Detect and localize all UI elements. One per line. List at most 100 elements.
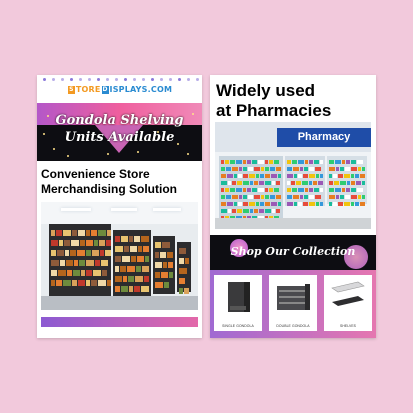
- product-item: [51, 230, 55, 236]
- product-item: [100, 250, 104, 256]
- pharmacy-product: [329, 160, 334, 164]
- pharmacy-product: [234, 174, 237, 178]
- pharmacy-product: [309, 202, 315, 206]
- pharmacy-product: [360, 174, 365, 178]
- product-item: [51, 250, 56, 256]
- pharmacy-product: [358, 195, 361, 199]
- pharmacy-product: [276, 167, 281, 171]
- pharmacy-product: [356, 181, 361, 185]
- pharmacy-product: [276, 181, 280, 185]
- logo-text-part2: ISPLAYS: [109, 85, 148, 94]
- pharmacy-product: [238, 174, 242, 178]
- pharmacy-product: [346, 188, 350, 192]
- sparkle: [47, 115, 49, 117]
- pharmacy-product: [351, 174, 354, 178]
- pharmacy-product: [298, 202, 302, 206]
- pharmacy-product: [221, 195, 225, 199]
- pharmacy-product: [347, 181, 350, 185]
- sparkle: [177, 143, 179, 145]
- pharmacy-product: [278, 202, 281, 206]
- pharmacy-product: [243, 167, 247, 171]
- sparkle: [53, 148, 55, 150]
- product-item: [115, 246, 123, 252]
- product-item: [72, 230, 77, 236]
- decorative-dot: [106, 78, 109, 81]
- pharmacy-product: [249, 202, 255, 206]
- product-item: [185, 258, 189, 264]
- product-item: [86, 280, 90, 286]
- pharmacy-product: [265, 174, 270, 178]
- product-card-single-gondola[interactable]: SINGLE GONDOLA: [214, 275, 262, 331]
- pharmacy-product: [243, 202, 248, 206]
- product-item: [134, 286, 140, 292]
- product-item: [169, 272, 173, 278]
- product-item: [155, 242, 161, 248]
- pharmacy-product: [298, 174, 302, 178]
- product-item: [63, 230, 71, 236]
- storedisplays-logo[interactable]: S TORE D ISPLAYS.COM: [37, 85, 202, 95]
- pharmacy-product: [320, 188, 323, 192]
- pharmacy-product: [256, 174, 259, 178]
- pharmacy-product: [232, 181, 236, 185]
- pharmacy-product: [265, 160, 268, 164]
- product-item: [141, 236, 149, 242]
- pharmacy-product: [252, 188, 257, 192]
- pharmacy-product: [314, 160, 319, 164]
- pharmacy-product: [227, 174, 233, 178]
- store-floor: [41, 296, 198, 310]
- pharmacy-product: [298, 160, 304, 164]
- subhead-line2: Merchandising Solution: [41, 182, 178, 196]
- product-item: [102, 270, 107, 276]
- product-item: [66, 260, 73, 266]
- pharmacy-product: [333, 174, 337, 178]
- product-item: [155, 262, 162, 268]
- pharmacy-product: [315, 195, 321, 199]
- decorative-dot: [178, 78, 181, 81]
- product-item: [137, 256, 144, 262]
- product-item: [51, 260, 59, 266]
- product-item: [77, 250, 85, 256]
- pharmacy-product: [287, 202, 293, 206]
- product-card-double-gondola[interactable]: DOUBLE GONDOLA: [269, 275, 317, 331]
- sparkle: [157, 131, 159, 133]
- decorative-dot: [97, 78, 100, 81]
- pharmacy-product: [232, 195, 238, 199]
- product-item: [129, 236, 133, 242]
- pharmacy-product: [355, 202, 359, 206]
- product-item: [145, 256, 149, 262]
- product-item: [86, 230, 90, 236]
- pharmacy-product: [254, 209, 258, 213]
- pharmacy-product: [287, 195, 292, 199]
- pharmacy-product: [230, 188, 235, 192]
- product-item: [64, 240, 70, 246]
- product-item: [98, 230, 106, 236]
- shop-collection-banner[interactable]: Shop Our Collection: [210, 235, 376, 270]
- pharmacy-product: [309, 174, 315, 178]
- product-item: [162, 242, 170, 248]
- product-item: [161, 272, 168, 278]
- pharmacy-product: [292, 188, 297, 192]
- decorative-dot: [79, 78, 82, 81]
- product-item: [134, 236, 140, 242]
- pharmacy-product: [271, 202, 277, 206]
- product-label: SHELVES: [339, 324, 357, 328]
- product-item: [78, 230, 85, 236]
- pharmacy-product: [335, 188, 341, 192]
- product-item: [81, 270, 85, 276]
- decorative-dot: [196, 78, 199, 81]
- pharmacy-product: [346, 160, 350, 164]
- pharmacy-product: [316, 202, 319, 206]
- pharmacy-product: [269, 188, 273, 192]
- pharmacy-product: [248, 167, 253, 171]
- product-card-shelves[interactable]: SHELVES: [324, 275, 372, 331]
- decorative-dot: [160, 78, 163, 81]
- pharmacy-product: [254, 181, 258, 185]
- product-item: [124, 246, 129, 252]
- pharmacy-product: [271, 174, 277, 178]
- pharmacy-product: [265, 209, 271, 213]
- pharmacy-product: [320, 160, 323, 164]
- gondola-promo-card: S TORE D ISPLAYS.COM Gondola Shelving Units…: [37, 75, 202, 338]
- pharmacy-product: [221, 209, 227, 213]
- pharmacy-product: [254, 167, 260, 171]
- product-item: [98, 280, 106, 286]
